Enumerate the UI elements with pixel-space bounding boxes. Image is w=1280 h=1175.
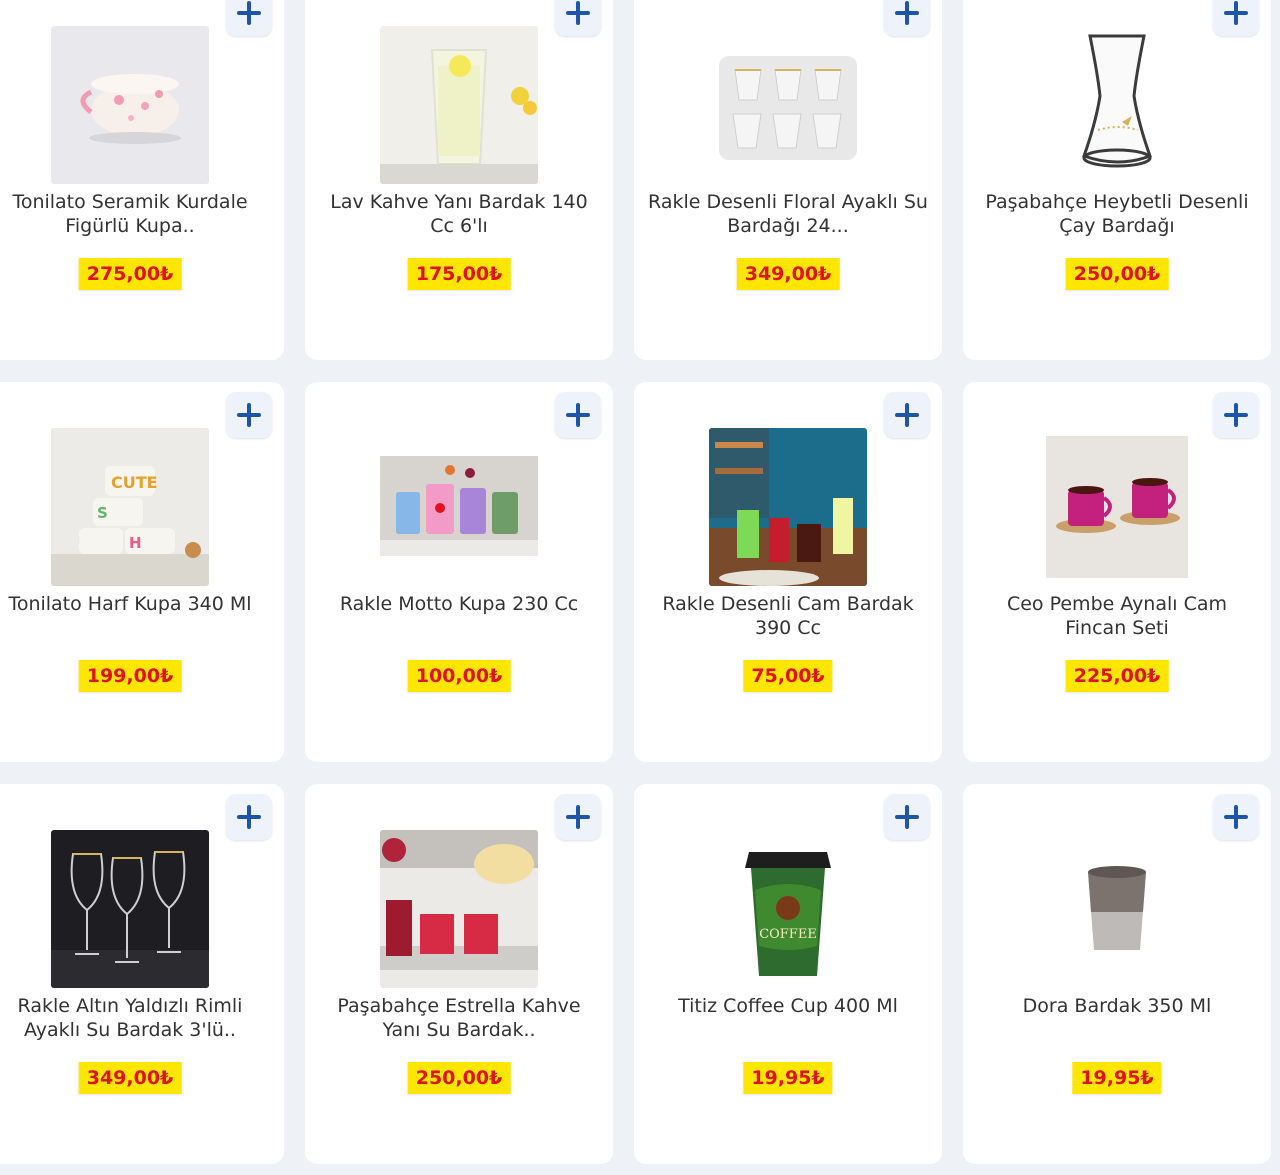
add-to-cart-button[interactable] — [555, 392, 601, 438]
product-title[interactable]: Rakle Desenli Floral Ayaklı Su Bardağı 2… — [648, 190, 928, 238]
plus-icon — [237, 805, 261, 829]
plus-icon — [1224, 1, 1248, 25]
svg-text:CUTE: CUTE — [111, 473, 158, 492]
add-to-cart-button[interactable] — [884, 0, 930, 36]
product-card[interactable]: Dora Bardak 350 Ml 19,95₺ — [963, 784, 1271, 1164]
product-card[interactable]: COFFEE Titiz Coffee Cup 400 Ml 19,95₺ — [634, 784, 942, 1164]
product-grid: Tonilato Seramik Kurdale Figürlü Kupa.. … — [0, 0, 1280, 1175]
product-card[interactable]: Tonilato Seramik Kurdale Figürlü Kupa.. … — [0, 0, 284, 360]
product-title[interactable]: Paşabahçe Heybetli Desenli Çay Bardağı — [977, 190, 1257, 238]
product-card[interactable]: Rakle Desenli Cam Bardak 390 Cc 75,00₺ — [634, 382, 942, 762]
add-to-cart-button[interactable] — [226, 0, 272, 36]
add-to-cart-button[interactable] — [884, 794, 930, 840]
wine-glasses-image — [51, 830, 209, 988]
product-title[interactable]: Titiz Coffee Cup 400 Ml — [648, 994, 928, 1042]
pink-ceramic-mug-image — [51, 26, 209, 184]
add-to-cart-button[interactable] — [1213, 392, 1259, 438]
add-to-cart-button[interactable] — [1213, 794, 1259, 840]
svg-text:S: S — [97, 504, 108, 522]
juice-glasses-image — [380, 830, 538, 988]
plus-icon — [1224, 403, 1248, 427]
price-tag: 100,00₺ — [407, 660, 511, 692]
product-title[interactable]: Rakle Desenli Cam Bardak 390 Cc — [648, 592, 928, 640]
product-title[interactable]: Tonilato Harf Kupa 340 Ml — [0, 592, 270, 640]
product-card[interactable]: Paşabahçe Estrella Kahve Yanı Su Bardak.… — [305, 784, 613, 1164]
floral-stemmed-glasses-image — [709, 26, 867, 184]
add-to-cart-button[interactable] — [555, 0, 601, 36]
plus-icon — [566, 805, 590, 829]
add-to-cart-button[interactable] — [555, 794, 601, 840]
tea-glass-image — [1038, 26, 1196, 184]
drink-glasses-image — [709, 428, 867, 586]
price-tag: 349,00₺ — [736, 258, 840, 290]
plus-icon — [895, 805, 919, 829]
product-title[interactable]: Rakle Altın Yaldızlı Rimli Ayaklı Su Bar… — [0, 994, 270, 1042]
product-card[interactable]: Lav Kahve Yanı Bardak 140 Cc 6'lı 175,00… — [305, 0, 613, 360]
grey-cup-image — [1038, 830, 1196, 988]
plus-icon — [895, 403, 919, 427]
product-title[interactable]: Ceo Pembe Aynalı Cam Fincan Seti — [977, 592, 1257, 640]
product-title[interactable]: Dora Bardak 350 Ml — [977, 994, 1257, 1042]
plus-icon — [895, 1, 919, 25]
price-tag: 199,00₺ — [78, 660, 182, 692]
price-tag: 19,95₺ — [743, 1062, 833, 1094]
product-card[interactable]: Rakle Motto Kupa 230 Cc 100,00₺ — [305, 382, 613, 762]
add-to-cart-button[interactable] — [884, 392, 930, 438]
add-to-cart-button[interactable] — [226, 794, 272, 840]
add-to-cart-button[interactable] — [1213, 0, 1259, 36]
lemon-water-glass-image — [380, 26, 538, 184]
product-title[interactable]: Tonilato Seramik Kurdale Figürlü Kupa.. — [0, 190, 270, 238]
plus-icon — [566, 1, 590, 25]
plus-icon — [237, 1, 261, 25]
price-tag: 250,00₺ — [407, 1062, 511, 1094]
product-card[interactable]: Paşabahçe Heybetli Desenli Çay Bardağı 2… — [963, 0, 1271, 360]
product-title[interactable]: Paşabahçe Estrella Kahve Yanı Su Bardak.… — [319, 994, 599, 1042]
product-card[interactable]: Rakle Desenli Floral Ayaklı Su Bardağı 2… — [634, 0, 942, 360]
coffee-cup-image: COFFEE — [709, 830, 867, 988]
letter-mugs-image: CUTE S H — [51, 428, 209, 586]
product-card[interactable]: CUTE S H Tonilato Harf Kupa 340 Ml 199,0… — [0, 382, 284, 762]
product-title[interactable]: Rakle Motto Kupa 230 Cc — [319, 592, 599, 640]
price-tag: 349,00₺ — [78, 1062, 182, 1094]
price-tag: 225,00₺ — [1065, 660, 1169, 692]
plus-icon — [566, 403, 590, 427]
svg-text:H: H — [129, 534, 142, 552]
product-title[interactable]: Lav Kahve Yanı Bardak 140 Cc 6'lı — [319, 190, 599, 238]
product-card[interactable]: Rakle Altın Yaldızlı Rimli Ayaklı Su Bar… — [0, 784, 284, 1164]
add-to-cart-button[interactable] — [226, 392, 272, 438]
product-card[interactable]: Ceo Pembe Aynalı Cam Fincan Seti 225,00₺ — [963, 382, 1271, 762]
price-tag: 75,00₺ — [743, 660, 833, 692]
pink-cups-image — [1038, 428, 1196, 586]
price-tag: 19,95₺ — [1072, 1062, 1162, 1094]
price-tag: 250,00₺ — [1065, 258, 1169, 290]
price-tag: 175,00₺ — [407, 258, 511, 290]
colorful-mugs-image — [380, 428, 538, 586]
svg-text:COFFEE: COFFEE — [759, 927, 817, 942]
plus-icon — [1224, 805, 1248, 829]
price-tag: 275,00₺ — [78, 258, 182, 290]
plus-icon — [237, 403, 261, 427]
